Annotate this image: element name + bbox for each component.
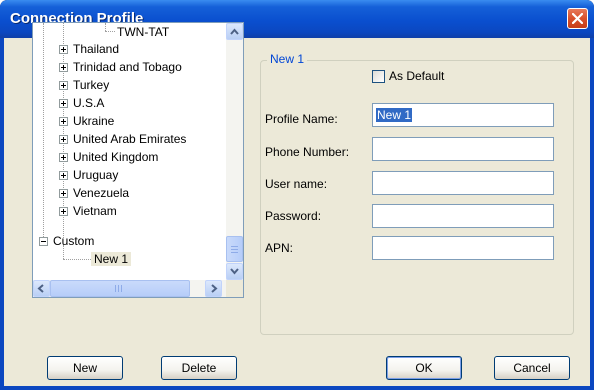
phone-number-label: Phone Number:	[265, 145, 350, 159]
new-button[interactable]: New	[47, 356, 123, 380]
chevron-down-icon	[230, 268, 239, 275]
expand-icon[interactable]	[59, 171, 68, 180]
tree-item-usa[interactable]: U.S.A	[73, 94, 104, 112]
groupbox-title: New 1	[267, 52, 308, 66]
tree-list: TWN-TAT Thailand Trinidad and Tobago Tur…	[33, 23, 225, 278]
collapse-icon[interactable]	[39, 237, 48, 246]
tree-item-custom[interactable]: Custom	[53, 232, 94, 250]
tree-item-uruguay[interactable]: Uruguay	[73, 166, 118, 184]
delete-button[interactable]: Delete	[161, 356, 237, 380]
tree-item-twn-tat[interactable]: TWN-TAT	[117, 23, 169, 41]
close-icon	[572, 13, 583, 24]
tree-item-label: U.S.A	[73, 96, 105, 110]
chevron-up-icon	[230, 28, 239, 35]
tree-item-label: Vietnam	[73, 204, 117, 218]
profile-name-label: Profile Name:	[265, 112, 338, 126]
as-default-label[interactable]: As Default	[389, 69, 444, 83]
tree-connector	[43, 23, 44, 241]
expand-icon[interactable]	[59, 99, 68, 108]
scroll-right-button[interactable]	[205, 280, 222, 297]
tree-item-ukraine[interactable]: Ukraine	[73, 112, 114, 130]
tree-item-label: New 1	[91, 252, 132, 266]
chevron-left-icon	[37, 284, 44, 293]
expand-icon[interactable]	[59, 153, 68, 162]
tree-item-vietnam[interactable]: Vietnam	[73, 202, 117, 220]
expand-icon[interactable]	[59, 117, 68, 126]
dialog-window: Connection Profile TWN-TAT Thailand Trin…	[0, 0, 594, 390]
profile-name-value: New 1	[376, 108, 413, 122]
expand-icon[interactable]	[59, 45, 68, 54]
tree-item-new-1[interactable]: New 1	[91, 250, 132, 268]
password-label: Password:	[265, 209, 322, 223]
tree-item-label: Turkey	[73, 78, 110, 92]
scroll-thumb-vertical[interactable]	[226, 236, 243, 262]
tree-item-label: United Arab Emirates	[73, 132, 187, 146]
tree-item-thailand[interactable]: Thailand	[73, 40, 119, 58]
ok-button[interactable]: OK	[386, 356, 462, 380]
tree-connector	[63, 259, 91, 260]
tree-item-label: TWN-TAT	[117, 25, 170, 39]
expand-icon[interactable]	[59, 135, 68, 144]
close-button[interactable]	[567, 8, 588, 29]
tree-item-label: United Kingdom	[73, 150, 159, 164]
scroll-up-button[interactable]	[226, 23, 243, 40]
as-default-checkbox[interactable]	[372, 70, 385, 83]
profile-name-field[interactable]: New 1	[372, 103, 554, 127]
scrollbar-corner	[226, 280, 243, 297]
tree-vertical-scrollbar[interactable]	[226, 23, 243, 280]
tree-connector	[105, 23, 106, 31]
cancel-button[interactable]: Cancel	[494, 356, 570, 380]
tree-item-label: Venezuela	[73, 186, 130, 200]
window-frame-right	[590, 38, 594, 390]
tree-item-label: Uruguay	[73, 168, 119, 182]
user-name-field[interactable]	[372, 171, 554, 195]
tree-item-united-arab-emirates[interactable]: United Arab Emirates	[73, 130, 186, 148]
profile-tree[interactable]: TWN-TAT Thailand Trinidad and Tobago Tur…	[32, 22, 244, 298]
phone-number-field[interactable]	[372, 137, 554, 161]
tree-item-united-kingdom[interactable]: United Kingdom	[73, 148, 158, 166]
chevron-right-icon	[211, 284, 218, 293]
tree-item-venezuela[interactable]: Venezuela	[73, 184, 129, 202]
scroll-down-button[interactable]	[226, 263, 243, 280]
window-frame-bottom	[0, 386, 594, 390]
tree-item-label: Trinidad and Tobago	[73, 60, 182, 74]
expand-icon[interactable]	[59, 207, 68, 216]
tree-connector	[63, 23, 64, 238]
tree-item-trinidad-and-tobago[interactable]: Trinidad and Tobago	[73, 58, 182, 76]
tree-item-label: Custom	[53, 234, 95, 248]
tree-connector	[105, 31, 115, 32]
user-name-label: User name:	[265, 177, 328, 191]
scroll-thumb-horizontal[interactable]	[50, 280, 190, 297]
apn-field[interactable]	[372, 236, 554, 260]
expand-icon[interactable]	[59, 63, 68, 72]
expand-icon[interactable]	[59, 81, 68, 90]
tree-item-turkey[interactable]: Turkey	[73, 76, 109, 94]
tree-item-label: Ukraine	[73, 114, 115, 128]
tree-horizontal-scrollbar[interactable]	[33, 280, 227, 297]
tree-item-label: Thailand	[73, 42, 120, 56]
scroll-left-button[interactable]	[33, 280, 50, 297]
profile-groupbox	[260, 60, 574, 335]
expand-icon[interactable]	[59, 189, 68, 198]
apn-label: APN:	[265, 241, 294, 255]
password-field[interactable]	[372, 204, 554, 228]
